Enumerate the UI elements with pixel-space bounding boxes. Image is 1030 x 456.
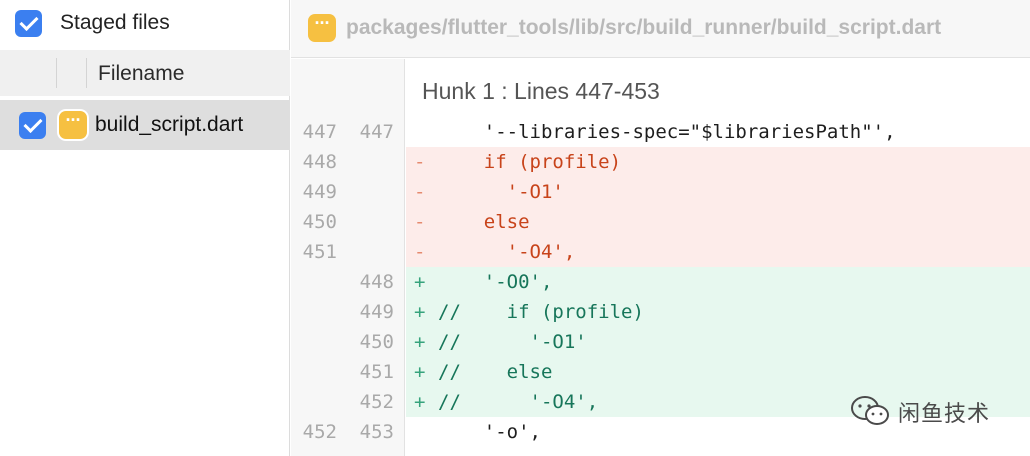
file-path-bar: ··· packages/flutter_tools/lib/src/build… <box>291 0 1030 58</box>
code-cell[interactable]: - '-O4', <box>406 237 1030 267</box>
new-line-number: 451 <box>359 361 394 383</box>
diff-marker: + <box>414 331 426 353</box>
column-divider[interactable] <box>86 58 87 88</box>
old-line-number: 452 <box>302 421 337 443</box>
old-line-number: 449 <box>302 181 337 203</box>
file-list-column-header[interactable]: Filename <box>0 50 290 96</box>
diff-line-deletion[interactable]: 448 - if (profile) <box>291 147 1030 177</box>
code-text: else <box>438 211 530 233</box>
code-text: if (profile) <box>438 151 622 173</box>
new-line-number: 449 <box>359 301 394 323</box>
code-text: // else <box>438 361 553 383</box>
diff-line-addition[interactable]: 451 + // else <box>291 357 1030 387</box>
code-cell[interactable]: + '-O0', <box>406 267 1030 297</box>
file-name: build_script.dart <box>95 113 244 136</box>
diff-marker: - <box>414 211 426 233</box>
diff-panel: ··· packages/flutter_tools/lib/src/build… <box>291 0 1030 456</box>
new-line-number: 453 <box>359 421 394 443</box>
column-divider[interactable] <box>56 58 57 88</box>
diff-line-addition[interactable]: 449 + // if (profile) <box>291 297 1030 327</box>
code-text: '-O1' <box>438 181 564 203</box>
diff-line-deletion[interactable]: 450 - else <box>291 207 1030 237</box>
file-checkbox[interactable] <box>19 112 46 139</box>
file-list-item[interactable]: ··· build_script.dart <box>0 100 290 150</box>
code-text: '-o', <box>438 421 541 443</box>
code-cell[interactable]: + // '-O1' <box>406 327 1030 357</box>
wechat-icon <box>851 396 889 425</box>
diff-marker: + <box>414 271 426 293</box>
code-cell[interactable]: - else <box>406 207 1030 237</box>
diff-line-deletion[interactable]: 451 - '-O4', <box>291 237 1030 267</box>
code-cell[interactable]: - if (profile) <box>406 147 1030 177</box>
code-text: // '-O1' <box>438 331 587 353</box>
diff-line-deletion[interactable]: 449 - '-O1' <box>291 177 1030 207</box>
diff-marker: + <box>414 301 426 323</box>
diff-line-addition[interactable]: 450 + // '-O1' <box>291 327 1030 357</box>
code-text: '--libraries-spec="$librariesPath"', <box>438 121 896 143</box>
staged-files-checkbox[interactable] <box>15 10 42 37</box>
staged-files-panel: Staged files Filename ··· build_script.d… <box>0 0 290 456</box>
old-line-number: 450 <box>302 211 337 233</box>
dart-file-icon: ··· <box>308 14 336 42</box>
watermark-text: 闲鱼技术 <box>898 401 991 426</box>
hunk-header: Hunk 1 : Lines 447-453 <box>422 78 660 104</box>
code-text: // if (profile) <box>438 301 644 323</box>
staged-files-title: Staged files <box>60 11 170 34</box>
old-line-number: 448 <box>302 151 337 173</box>
staged-files-header: Staged files <box>0 0 290 50</box>
diff-marker: - <box>414 241 426 263</box>
code-text: '-O0', <box>438 271 553 293</box>
diff-marker: - <box>414 181 426 203</box>
old-line-number: 447 <box>302 121 337 143</box>
new-line-number: 448 <box>359 271 394 293</box>
old-line-number: 451 <box>302 241 337 263</box>
diff-marker: - <box>414 151 426 173</box>
code-text: // '-O4', <box>438 391 599 413</box>
new-line-number: 452 <box>359 391 394 413</box>
diff-line-addition[interactable]: 448 + '-O0', <box>291 267 1030 297</box>
code-cell[interactable]: - '-O1' <box>406 177 1030 207</box>
code-cell[interactable]: '--libraries-spec="$librariesPath"', <box>406 117 1030 147</box>
code-text: '-O4', <box>438 241 576 263</box>
file-path: packages/flutter_tools/lib/src/build_run… <box>346 16 942 39</box>
diff-marker: + <box>414 361 426 383</box>
diff-marker: + <box>414 391 426 413</box>
filename-column-title[interactable]: Filename <box>98 62 184 86</box>
code-cell[interactable]: + // if (profile) <box>406 297 1030 327</box>
dart-file-icon: ··· <box>59 111 87 139</box>
new-line-number: 450 <box>359 331 394 353</box>
new-line-number: 447 <box>359 121 394 143</box>
diff-line-context[interactable]: 447 447 '--libraries-spec="$librariesPath… <box>291 117 1030 147</box>
code-cell[interactable]: + // else <box>406 357 1030 387</box>
